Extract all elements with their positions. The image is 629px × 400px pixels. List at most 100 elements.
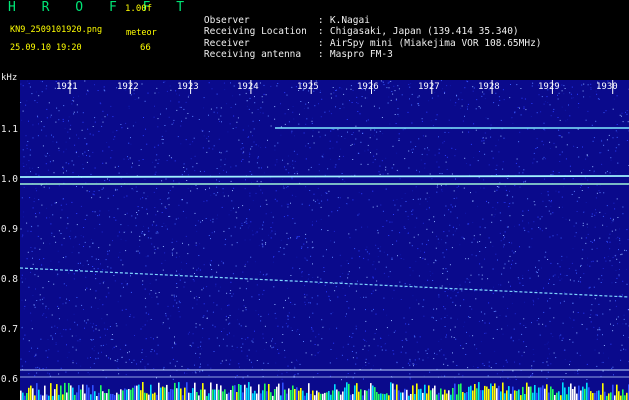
noise-pixel bbox=[250, 361, 252, 363]
noise-pixel bbox=[504, 202, 506, 203]
noise-pixel bbox=[559, 279, 561, 281]
noise-pixel bbox=[357, 102, 359, 104]
noise-pixel bbox=[367, 149, 369, 151]
bottom-noise-bar bbox=[328, 391, 330, 400]
bottom-noise-bar bbox=[152, 393, 154, 400]
noise-pixel bbox=[578, 197, 580, 199]
noise-pixel bbox=[165, 225, 167, 227]
noise-pixel bbox=[450, 85, 451, 87]
bottom-noise-bar bbox=[164, 387, 166, 400]
noise-pixel bbox=[48, 373, 50, 375]
noise-pixel bbox=[183, 278, 185, 280]
bottom-noise-bar bbox=[264, 383, 266, 400]
noise-pixel bbox=[256, 162, 258, 164]
noise-pixel bbox=[547, 300, 548, 302]
noise-pixel bbox=[177, 136, 179, 138]
noise-pixel bbox=[294, 374, 296, 376]
noise-pixel bbox=[274, 118, 276, 120]
noise-pixel bbox=[424, 148, 426, 150]
noise-pixel bbox=[450, 204, 452, 206]
noise-pixel bbox=[612, 137, 614, 139]
noise-pixel bbox=[545, 227, 547, 229]
noise-pixel bbox=[342, 103, 344, 105]
noise-pixel bbox=[138, 160, 140, 162]
noise-pixel bbox=[232, 95, 234, 97]
noise-pixel bbox=[213, 145, 215, 147]
noise-pixel bbox=[528, 223, 530, 225]
noise-pixel bbox=[68, 300, 70, 301]
noise-pixel bbox=[412, 151, 413, 153]
noise-pixel bbox=[228, 317, 230, 319]
noise-pixel bbox=[110, 157, 112, 159]
noise-pixel bbox=[117, 301, 119, 303]
noise-pixel bbox=[287, 203, 289, 205]
noise-pixel bbox=[143, 225, 144, 227]
noise-pixel bbox=[250, 146, 252, 148]
noise-pixel bbox=[616, 124, 618, 125]
noise-pixel bbox=[387, 82, 389, 84]
noise-pixel bbox=[82, 236, 84, 238]
noise-pixel bbox=[503, 365, 505, 367]
noise-pixel bbox=[335, 90, 337, 91]
noise-pixel bbox=[522, 275, 524, 277]
noise-pixel bbox=[251, 296, 253, 298]
noise-pixel bbox=[248, 156, 250, 158]
noise-pixel bbox=[184, 171, 185, 173]
noise-pixel bbox=[450, 289, 452, 291]
noise-pixel bbox=[220, 152, 222, 154]
bottom-noise-bar bbox=[96, 396, 98, 400]
noise-pixel bbox=[479, 352, 481, 354]
noise-pixel bbox=[230, 180, 232, 182]
noise-pixel bbox=[441, 375, 443, 377]
noise-pixel bbox=[208, 114, 209, 116]
noise-pixel bbox=[609, 172, 611, 174]
noise-pixel bbox=[260, 315, 262, 317]
bottom-noise-bar bbox=[480, 390, 482, 400]
noise-pixel bbox=[30, 247, 32, 248]
noise-pixel bbox=[153, 368, 155, 369]
noise-pixel bbox=[505, 189, 507, 191]
noise-pixel bbox=[464, 87, 466, 89]
noise-pixel bbox=[422, 257, 424, 259]
noise-pixel bbox=[618, 275, 620, 277]
noise-pixel bbox=[162, 323, 164, 325]
noise-pixel bbox=[162, 269, 164, 271]
noise-pixel bbox=[488, 164, 490, 166]
noise-pixel bbox=[503, 238, 505, 240]
noise-pixel bbox=[274, 312, 276, 314]
noise-pixel bbox=[180, 261, 182, 263]
noise-pixel bbox=[123, 231, 125, 233]
noise-pixel bbox=[590, 87, 592, 89]
noise-pixel bbox=[421, 120, 423, 122]
noise-pixel bbox=[586, 328, 588, 330]
noise-pixel bbox=[411, 319, 413, 320]
noise-pixel bbox=[484, 227, 486, 229]
bottom-noise-bar bbox=[178, 382, 180, 400]
noise-pixel bbox=[24, 334, 26, 336]
noise-pixel bbox=[233, 85, 235, 87]
noise-pixel bbox=[136, 190, 138, 192]
noise-pixel bbox=[22, 234, 24, 236]
noise-pixel bbox=[90, 306, 92, 308]
bottom-noise-bar bbox=[82, 384, 84, 400]
noise-pixel bbox=[291, 86, 293, 88]
noise-pixel bbox=[416, 169, 418, 171]
noise-pixel bbox=[460, 107, 462, 109]
bottom-noise-bar bbox=[466, 392, 468, 400]
noise-pixel bbox=[118, 373, 120, 375]
noise-pixel bbox=[436, 353, 438, 355]
noise-pixel bbox=[413, 365, 414, 367]
noise-pixel bbox=[404, 193, 406, 194]
noise-pixel bbox=[127, 225, 129, 227]
noise-pixel bbox=[173, 122, 174, 124]
noise-pixel bbox=[231, 200, 233, 202]
noise-pixel bbox=[62, 172, 64, 174]
noise-pixel bbox=[62, 198, 64, 200]
noise-pixel bbox=[531, 374, 533, 376]
noise-pixel bbox=[248, 161, 250, 163]
noise-pixel bbox=[51, 314, 53, 316]
noise-pixel bbox=[584, 177, 586, 179]
noise-pixel bbox=[349, 100, 350, 102]
noise-pixel bbox=[523, 318, 525, 320]
noise-pixel bbox=[274, 149, 276, 151]
